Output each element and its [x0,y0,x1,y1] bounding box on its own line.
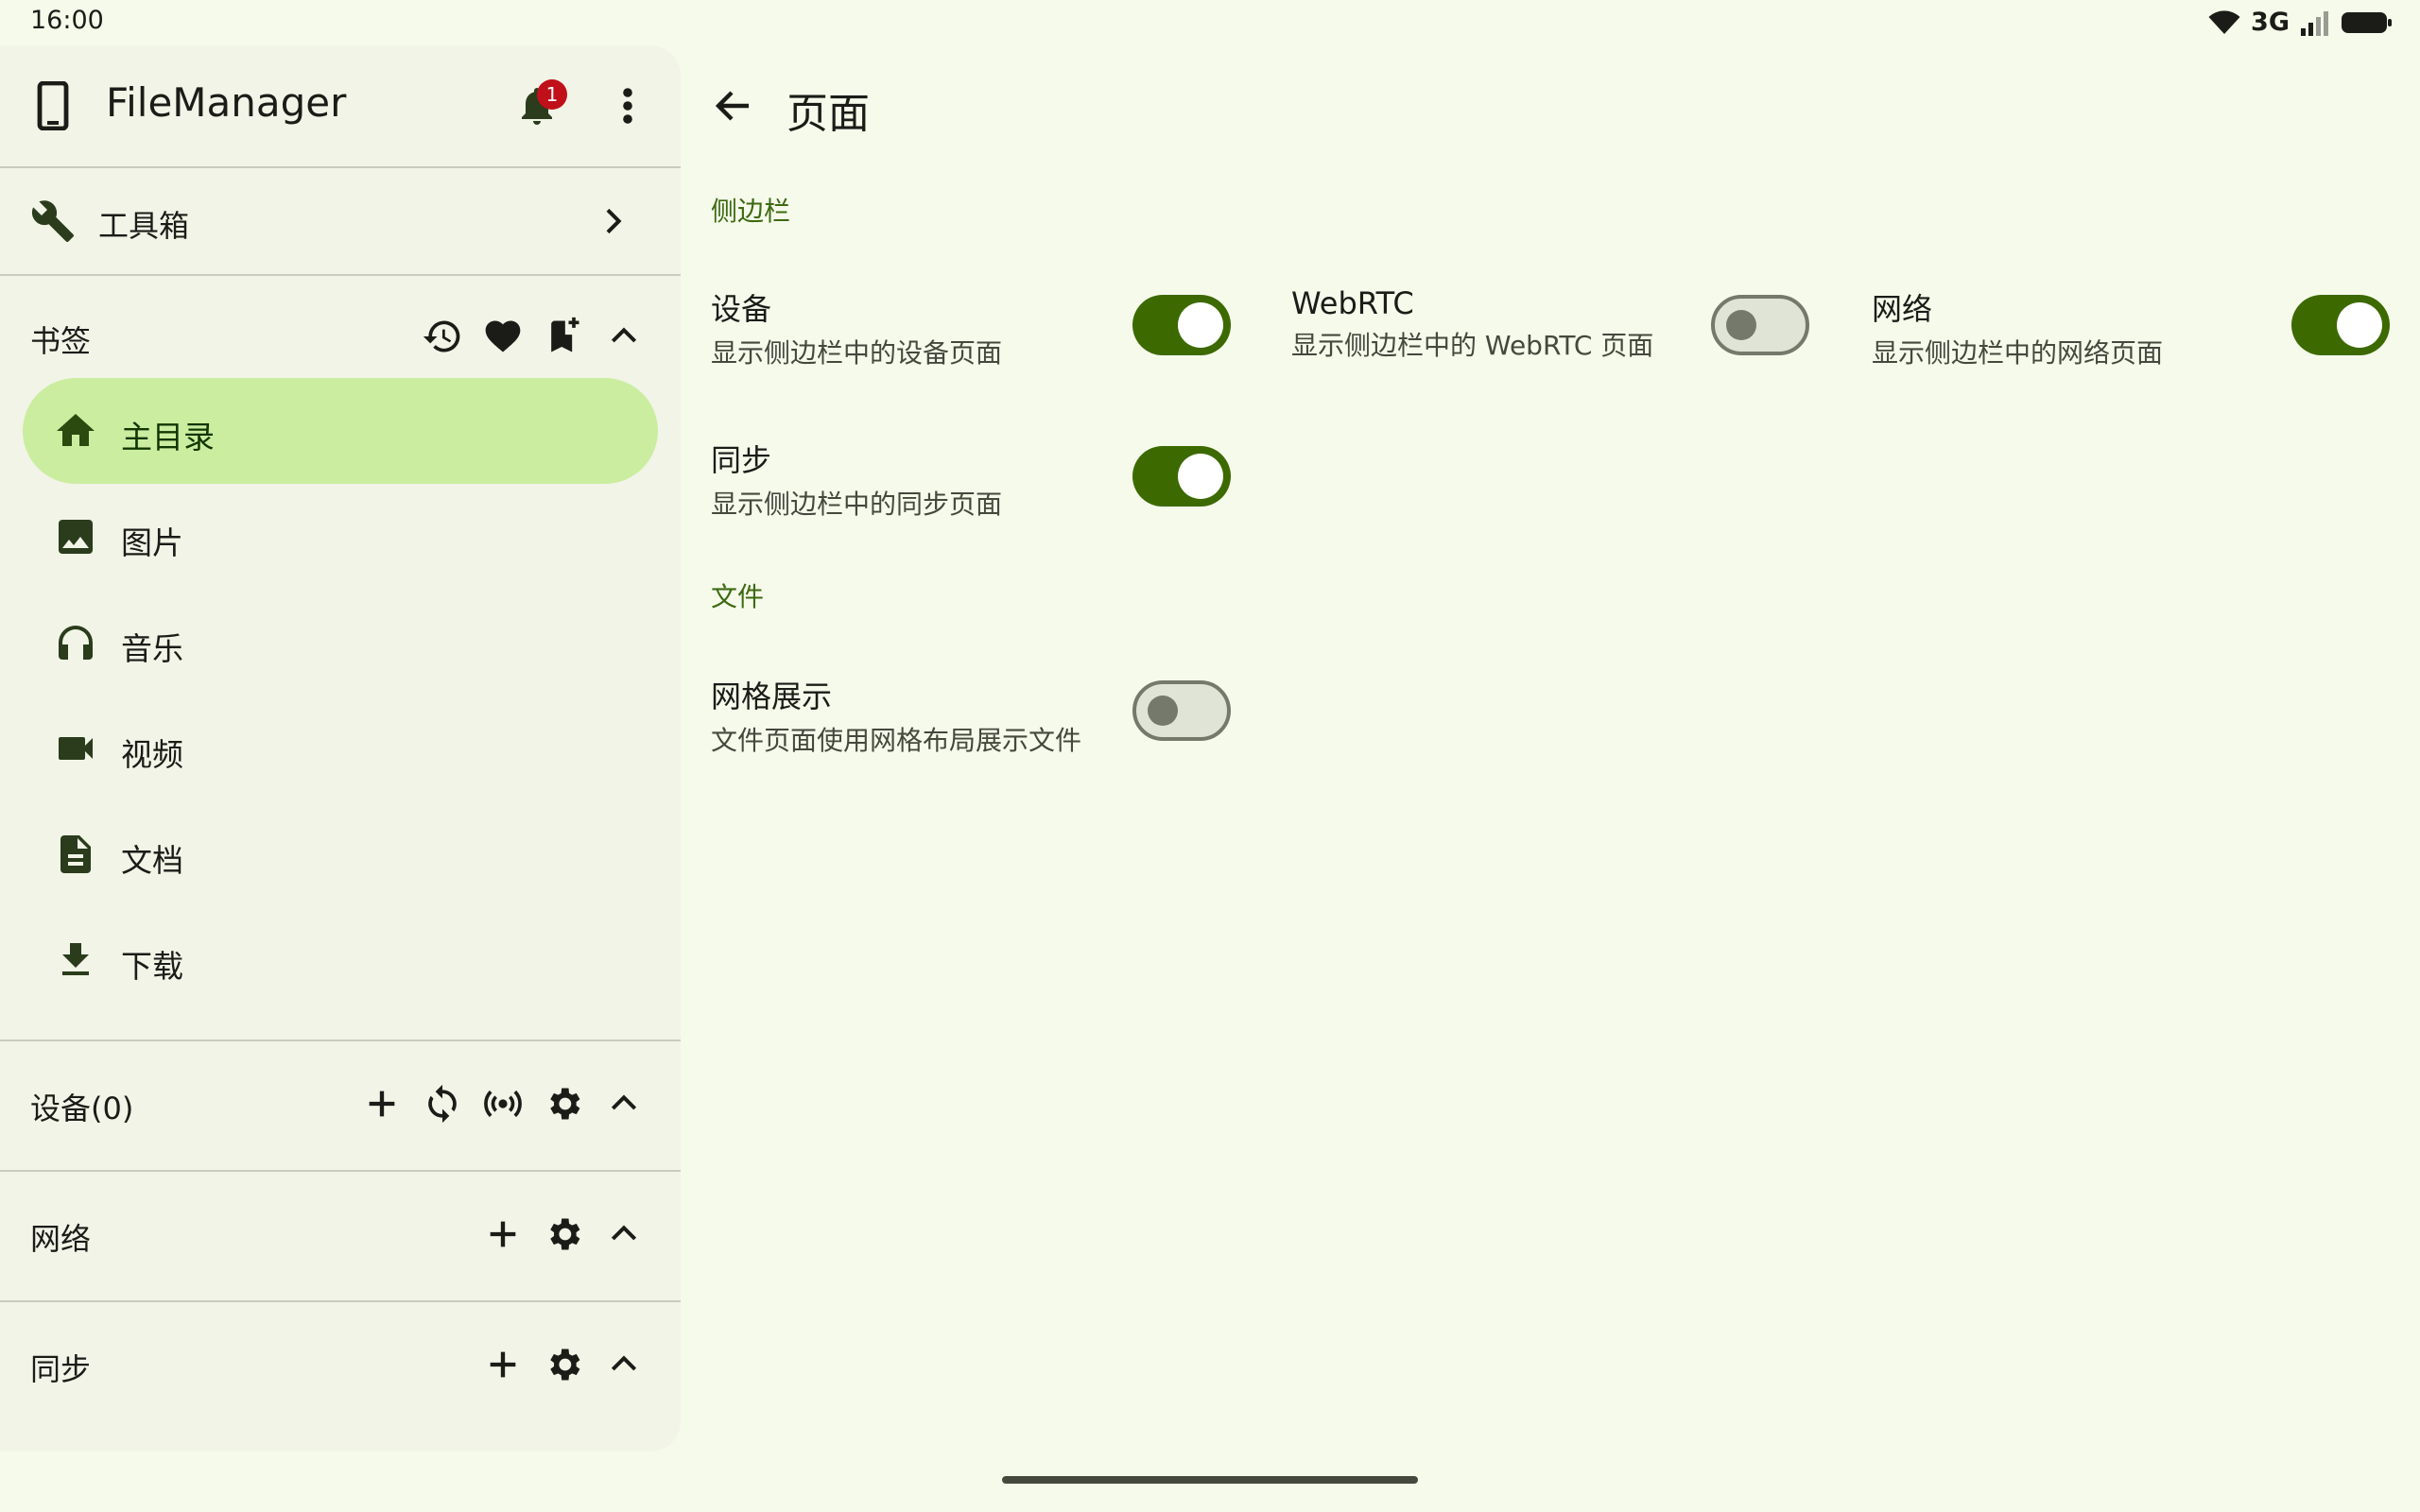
headphones-icon [53,620,98,665]
add-network-button[interactable] [480,1211,526,1257]
sync-toggle[interactable] [1132,446,1231,507]
toggle-knob [1178,454,1223,499]
phone-icon [30,81,76,130]
more-options-button[interactable] [609,83,647,129]
chevron-up-icon[interactable] [601,1342,647,1387]
section-header-sidebar: 侧边栏 [711,196,791,227]
bookmark-item-music[interactable]: 音乐 [0,590,681,696]
divider [0,1170,681,1172]
top-app-bar: 页面 [681,45,2420,166]
bookmark-label: 音乐 [121,630,183,667]
bookmarks-list: 主目录 图片 音乐 视频 文档 下载 [0,378,681,1013]
bookmark-item-downloads[interactable]: 下载 [0,907,681,1013]
toggle-knob [1178,302,1223,348]
chevron-up-icon[interactable] [601,1081,647,1126]
bookmark-label: 文档 [121,842,183,879]
bookmark-item-pictures[interactable]: 图片 [0,484,681,590]
sync-icon[interactable] [420,1081,465,1126]
chevron-up-icon[interactable] [601,314,647,359]
divider [0,274,681,276]
bookmark-item-home[interactable]: 主目录 [0,378,681,484]
wrench-icon [30,198,76,244]
bookmark-add-icon[interactable] [541,314,586,359]
bookmark-label: 视频 [121,736,183,773]
add-device-button[interactable] [359,1081,405,1126]
document-icon [53,832,98,877]
battery-icon [2341,9,2394,36]
chevron-up-icon[interactable] [601,1211,647,1257]
settings-icon[interactable] [541,1342,586,1387]
settings-icon[interactable] [541,1211,586,1257]
image-icon [53,514,98,559]
webrtc-toggle[interactable] [1711,295,1809,355]
navigation-drawer: FileManager 1 工具箱 书签 主目录 图片 音乐 视频 文档 下载 … [0,45,681,1452]
status-icons: 3G [2207,8,2394,37]
add-icon [490,1351,516,1378]
more-vert-icon [623,88,632,124]
sync-header: 同步 [0,1317,681,1412]
divider [0,1300,681,1302]
status-time: 16:00 [30,6,104,35]
network-type: 3G [2251,8,2290,37]
arrow-back-icon [715,91,749,121]
chevron-right-icon [594,202,631,240]
bookmark-label: 下载 [121,948,183,985]
home-icon [53,408,98,454]
wifi-icon [2207,9,2241,36]
sync-title: 同步 [30,1351,92,1387]
network-title: 网络 [30,1221,92,1257]
toggle-knob [1148,696,1178,726]
toolbox-item[interactable]: 工具箱 [0,168,681,274]
add-sync-button[interactable] [480,1342,526,1387]
toolbox-label: 工具箱 [98,208,190,244]
devices-header: 设备(0) [0,1057,681,1151]
bookmarks-header: 书签 [0,289,681,384]
grid-view-toggle[interactable] [1132,680,1231,741]
toggle-knob [1726,310,1756,340]
broadcast-icon[interactable] [480,1081,526,1126]
network-header: 网络 [0,1187,681,1281]
divider [0,1040,681,1041]
signal-icon [2299,9,2331,36]
active-indicator [23,378,658,484]
toggle-knob [2337,302,2382,348]
back-button[interactable] [711,83,756,129]
network-toggle[interactable] [2291,295,2390,355]
bookmark-item-videos[interactable]: 视频 [0,696,681,801]
add-icon [490,1221,516,1247]
bookmark-label: 图片 [121,524,183,561]
add-icon [369,1091,395,1117]
videocam-icon [53,726,98,771]
bookmarks-title: 书签 [30,323,92,359]
history-icon[interactable] [420,314,465,359]
home-indicator[interactable] [1002,1476,1418,1484]
section-header-files: 文件 [711,581,765,612]
devices-title: 设备(0) [30,1091,134,1126]
download-icon [53,937,98,983]
notification-badge: 1 [537,79,567,110]
settings-icon[interactable] [541,1081,586,1126]
heart-icon[interactable] [480,314,526,359]
bookmark-item-documents[interactable]: 文档 [0,801,681,907]
page-title: 页面 [786,90,870,138]
app-title: FileManager [106,79,347,126]
devices-toggle[interactable] [1132,295,1231,355]
drawer-header: FileManager 1 [0,45,681,166]
bookmark-label: 主目录 [121,419,215,455]
status-bar: 16:00 3G [0,0,2420,42]
